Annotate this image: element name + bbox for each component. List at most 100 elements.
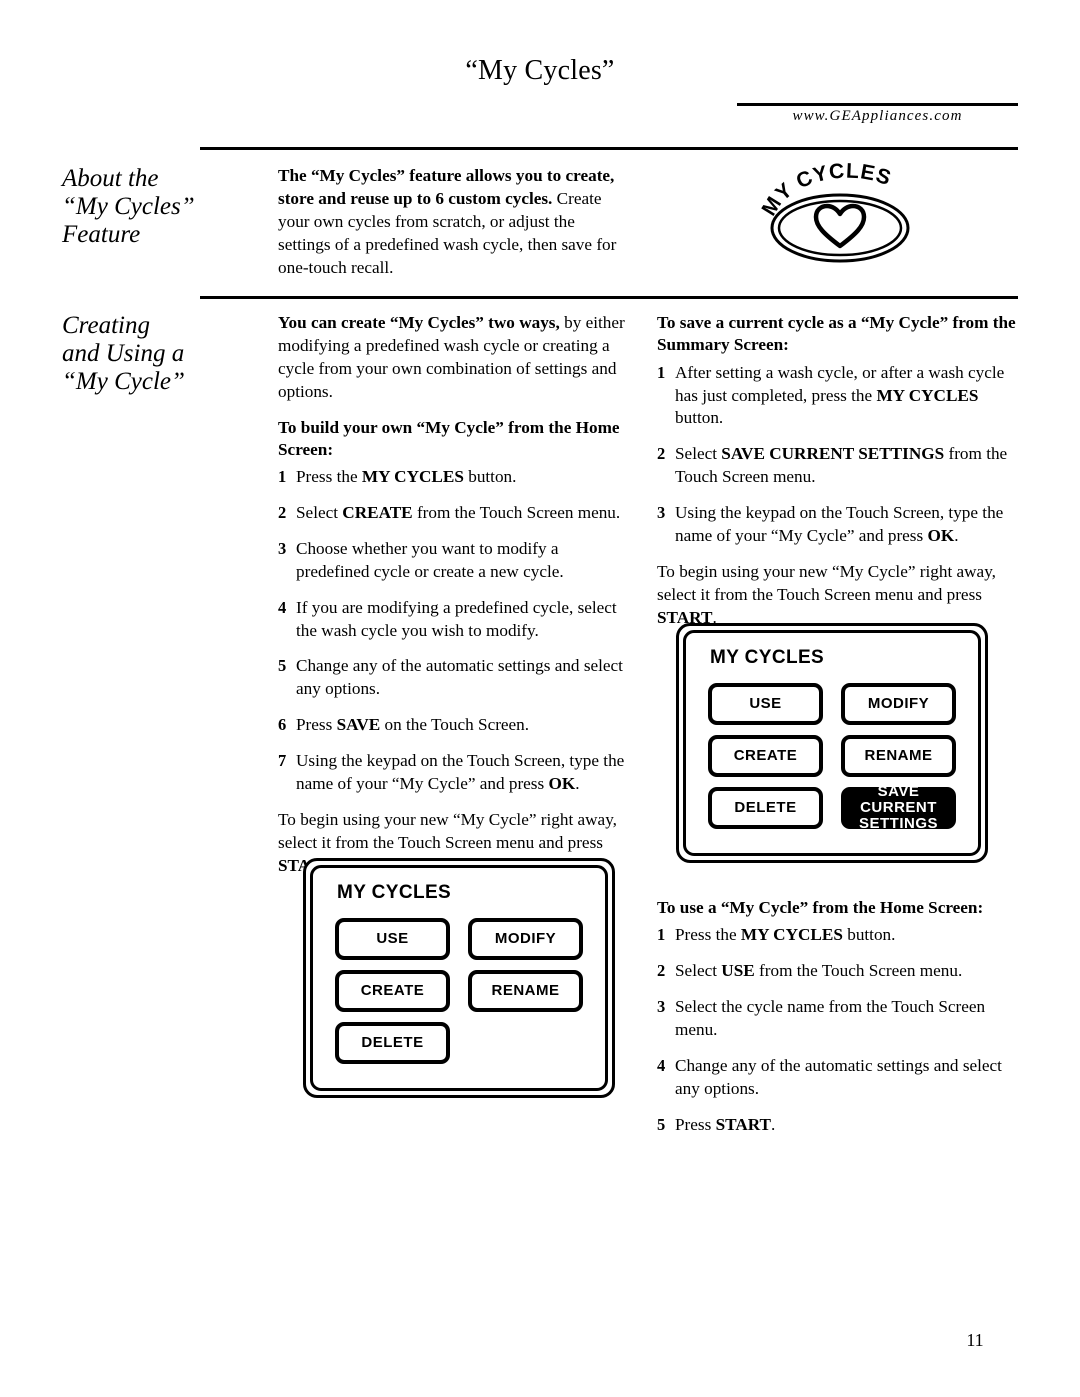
touch-button-create[interactable]: CREATE [708, 735, 823, 777]
page-title: “My Cycles” [465, 55, 615, 86]
page-number: 11 [966, 1330, 984, 1350]
step-text-bold: SAVE CURRENT SETTINGS [721, 444, 945, 464]
step-text-pre: Select [675, 444, 722, 464]
step-text-bold: CREATE [342, 503, 413, 523]
list-item: 3 Choose whether you want to modify a pr… [278, 538, 630, 584]
step-text-bold: START [715, 1114, 772, 1134]
touch-button-create[interactable]: CREATE [335, 970, 450, 1012]
touch-button-modify[interactable]: MODIFY [841, 683, 956, 725]
list-item: 2 Select CREATE from the Touch Screen me… [278, 502, 630, 525]
step-text: Select SAVE CURRENT SETTINGS from the To… [675, 443, 1017, 489]
step-text-bold: OK [548, 773, 576, 793]
step-text-bold: USE [721, 961, 755, 981]
list-item: 6 Press SAVE on the Touch Screen. [278, 714, 630, 737]
step-number: 1 [657, 925, 666, 945]
step-text: Press START. [675, 1114, 1017, 1137]
step-text-pre: Select [675, 961, 722, 981]
list-item: 3 Select the cycle name from the Touch S… [657, 996, 1017, 1042]
list-item: 4 If you are modifying a predefined cycl… [278, 597, 630, 643]
step-text: Press SAVE on the Touch Screen. [296, 714, 630, 737]
step-text-post: button. [463, 467, 517, 487]
step-text-pre: Press the [675, 925, 741, 945]
step-text-post: on the Touch Screen. [380, 715, 530, 735]
page-header: “My Cycles” www.GEAppliances.com [0, 0, 1080, 150]
touch-button-save-current-settings[interactable]: SAVE CURRENT SETTINGS [841, 784, 956, 831]
panel-button-grid: USE MODIFY CREATE RENAME DELETE SAVE CUR… [708, 683, 956, 831]
list-item: 5 Press START. [657, 1114, 1017, 1137]
touch-button-modify[interactable]: MODIFY [468, 918, 583, 960]
step-text-post: . [575, 773, 580, 793]
list-item: 1 Press the MY CYCLES button. [278, 466, 630, 489]
list-item: 7 Using the keypad on the Touch Screen, … [278, 750, 630, 796]
begin-pre: To begin using your new “My Cycle” right… [657, 561, 996, 604]
list-item: 4 Change any of the automatic settings a… [657, 1055, 1017, 1101]
step-text: Select the cycle name from the Touch Scr… [675, 996, 1017, 1042]
my-cycles-logo: MY CYCLES [760, 162, 920, 272]
step-text-pre: Change any of the automatic settings and… [296, 656, 623, 699]
step-text-post: . [954, 525, 959, 545]
step-text: After setting a wash cycle, or after a w… [675, 362, 1017, 431]
step-text-pre: Select the cycle name from the Touch Scr… [675, 997, 986, 1039]
step-number: 7 [278, 751, 287, 771]
step-text: Press the MY CYCLES button. [675, 924, 1017, 947]
step-text-pre: Select [296, 503, 343, 523]
using-steps-list: 1 Press the MY CYCLES button. 2 Select U… [657, 924, 1017, 1136]
step-number: 1 [657, 362, 666, 382]
step-text-pre: If you are modifying a predefined cycle,… [296, 597, 617, 640]
build-steps-list: 1 Press the MY CYCLES button. 2 Select C… [278, 466, 630, 796]
step-text: Choose whether you want to modify a pred… [296, 538, 630, 584]
touch-button-use[interactable]: USE [335, 918, 450, 960]
panel-inner-border: MY CYCLES USE MODIFY CREATE RENAME DELET… [683, 630, 981, 856]
creating-intro-bold: You can create “My Cycles” two ways, [278, 313, 560, 332]
build-subhead: To build your own “My Cycle” from the Ho… [278, 417, 620, 459]
step-text-bold: SAVE [336, 715, 381, 735]
touch-button-placeholder [468, 1022, 583, 1064]
begin-pre: To begin using your new “My Cycle” right… [278, 809, 617, 852]
using-section: To use a “My Cycle” from the Home Screen… [657, 897, 1017, 1149]
step-number: 3 [278, 538, 287, 558]
step-text-pre: Press the [296, 467, 362, 487]
step-text-pre: Press [675, 1114, 716, 1134]
header-url: www.GEAppliances.com [792, 108, 963, 124]
step-text-post: . [771, 1114, 776, 1134]
divider-top [200, 147, 1018, 150]
about-section: The “My Cycles” feature allows you to cr… [278, 165, 630, 292]
step-text: Select USE from the Touch Screen menu. [675, 960, 1017, 983]
step-text: Press the MY CYCLES button. [296, 466, 630, 489]
touch-button-delete[interactable]: DELETE [708, 787, 823, 829]
touch-button-use[interactable]: USE [708, 683, 823, 725]
touch-button-rename[interactable]: RENAME [841, 735, 956, 777]
step-text-post: from the Touch Screen menu. [412, 503, 621, 523]
step-text-pre: Change any of the automatic settings and… [675, 1055, 1002, 1098]
list-item: 1 After setting a wash cycle, or after a… [657, 362, 1017, 431]
touch-screen-panel-summary[interactable]: MY CYCLES USE MODIFY CREATE RENAME DELET… [676, 623, 988, 863]
step-text-bold: MY CYCLES [876, 385, 979, 405]
step-text: Change any of the automatic settings and… [675, 1055, 1017, 1101]
step-text-bold: MY CYCLES [740, 925, 843, 945]
step-number: 4 [278, 597, 287, 617]
creating-section: You can create “My Cycles” two ways, by … [278, 312, 630, 890]
step-text: Select CREATE from the Touch Screen menu… [296, 502, 630, 525]
step-text-post: button. [675, 408, 724, 428]
step-text: If you are modifying a predefined cycle,… [296, 597, 630, 643]
touch-button-delete[interactable]: DELETE [335, 1022, 450, 1064]
touch-button-rename[interactable]: RENAME [468, 970, 583, 1012]
step-number: 3 [657, 997, 666, 1017]
step-number: 1 [278, 467, 287, 487]
saving-steps-list: 1 After setting a wash cycle, or after a… [657, 362, 1017, 548]
about-paragraph: The “My Cycles” feature allows you to cr… [278, 165, 630, 279]
using-subhead: To use a “My Cycle” from the Home Screen… [657, 898, 984, 917]
list-item: 1 Press the MY CYCLES button. [657, 924, 1017, 947]
saving-subhead: To save a current cycle as a “My Cycle” … [657, 313, 1016, 355]
step-number: 2 [657, 961, 666, 981]
section-heading-creating: Creating and Using a “My Cycle” [62, 312, 185, 395]
panel-button-grid: USE MODIFY CREATE RENAME DELETE [335, 918, 583, 1064]
divider-middle [200, 296, 1018, 299]
step-text-post: button. [842, 925, 896, 945]
touch-screen-panel-home[interactable]: MY CYCLES USE MODIFY CREATE RENAME DELET… [303, 858, 615, 1098]
creating-intro: You can create “My Cycles” two ways, by … [278, 312, 630, 404]
step-number: 6 [278, 715, 287, 735]
list-item: 2 Select SAVE CURRENT SETTINGS from the … [657, 443, 1017, 489]
step-text-bold: MY CYCLES [361, 467, 464, 487]
step-text-pre: Choose whether you want to modify a pred… [296, 538, 564, 581]
